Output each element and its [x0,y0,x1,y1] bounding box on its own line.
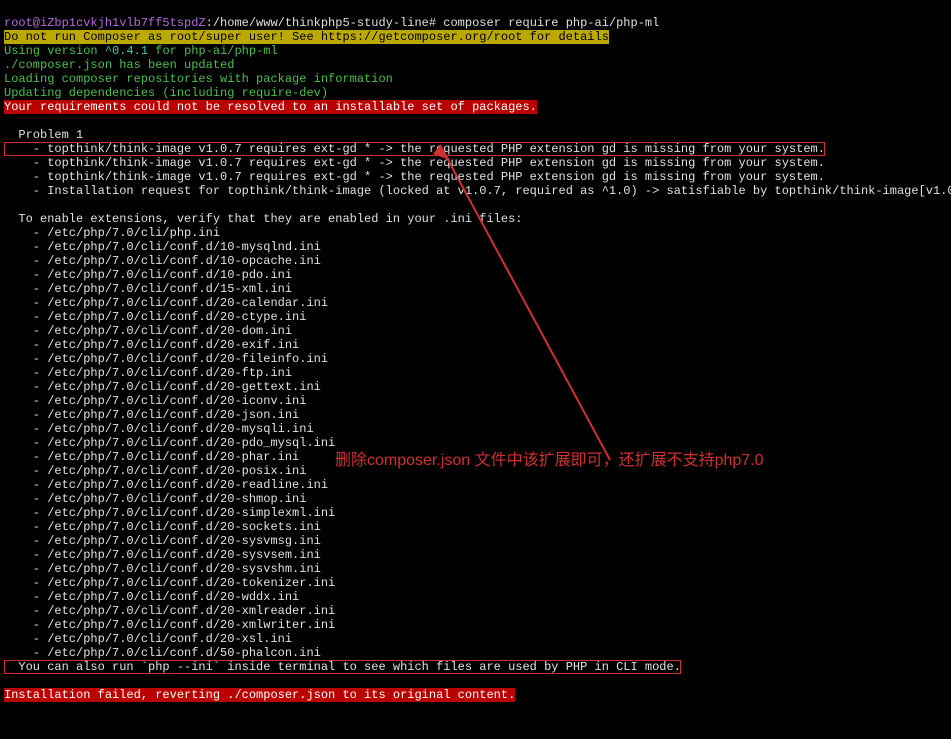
ini-file: - /etc/php/7.0/cli/conf.d/20-ctype.ini [4,310,306,324]
ini-file: - /etc/php/7.0/cli/conf.d/20-sysvshm.ini [4,562,321,576]
enable-msg: To enable extensions, verify that they a… [4,212,522,226]
ini-file: - /etc/php/7.0/cli/conf.d/20-fileinfo.in… [4,352,328,366]
problem-line: - topthink/think-image v1.0.7 requires e… [4,170,825,184]
hint-line: You can also run `php --ini` inside term… [4,660,681,674]
ini-file: - /etc/php/7.0/cli/conf.d/10-pdo.ini [4,268,292,282]
annotation-text: 删除composer.json 文件中该扩展即可，还扩展不支持php7.0 [335,454,764,468]
ini-file: - /etc/php/7.0/cli/conf.d/50-phalcon.ini [4,646,321,660]
ini-file: - /etc/php/7.0/cli/conf.d/20-sysvsem.ini [4,548,321,562]
ini-file: - /etc/php/7.0/cli/conf.d/20-json.ini [4,408,299,422]
ini-file: - /etc/php/7.0/cli/conf.d/20-mysqli.ini [4,422,314,436]
loading-repos: Loading composer repositories with packa… [4,72,393,86]
ini-file: - /etc/php/7.0/cli/conf.d/15-xml.ini [4,282,292,296]
terminal-output[interactable]: root@iZbp1cvkjh1vlb7ff5tspdZ:/home/www/t… [0,0,951,704]
ini-file: - /etc/php/7.0/cli/conf.d/20-gettext.ini [4,380,321,394]
root-warning: Do not run Composer as root/super user! … [4,30,609,44]
ini-file: - /etc/php/7.0/cli/conf.d/20-dom.ini [4,324,292,338]
problem-line: - topthink/think-image v1.0.7 requires e… [4,156,825,170]
install-failed: Installation failed, reverting ./compose… [4,688,515,702]
ini-file: - /etc/php/7.0/cli/conf.d/20-xmlwriter.i… [4,618,335,632]
using-version-value: ^0.4.1 [105,44,148,58]
problem-line-highlighted: - topthink/think-image v1.0.7 requires e… [4,142,825,156]
ini-file: - /etc/php/7.0/cli/conf.d/20-calendar.in… [4,296,328,310]
problem-title: Problem 1 [4,128,83,142]
ini-file: - /etc/php/7.0/cli/conf.d/20-sysvmsg.ini [4,534,321,548]
using-version-for: for [148,44,184,58]
updating-deps: Updating dependencies (including require… [4,86,328,100]
composer-updated: ./composer.json has been updated [4,58,234,72]
ini-file: - /etc/php/7.0/cli/conf.d/20-ftp.ini [4,366,292,380]
ini-file: - /etc/php/7.0/cli/conf.d/20-xsl.ini [4,632,292,646]
ini-file: - /etc/php/7.0/cli/conf.d/10-mysqlnd.ini [4,240,321,254]
prompt-path: :/home/www/thinkphp5-study-line# [206,16,444,30]
ini-file: - /etc/php/7.0/cli/conf.d/20-phar.ini [4,450,299,464]
ini-file: - /etc/php/7.0/cli/conf.d/20-exif.ini [4,338,299,352]
ini-file: - /etc/php/7.0/cli/conf.d/20-shmop.ini [4,492,306,506]
ini-file: - /etc/php/7.0/cli/conf.d/20-iconv.ini [4,394,306,408]
problem-line: - Installation request for topthink/thin… [4,184,951,198]
error-header: Your requirements could not be resolved … [4,100,537,114]
ini-file: - /etc/php/7.0/cli/conf.d/10-opcache.ini [4,254,321,268]
prompt-cmd: composer require php-ai/php-ml [443,16,659,30]
ini-file: - /etc/php/7.0/cli/conf.d/20-sockets.ini [4,520,321,534]
ini-file: - /etc/php/7.0/cli/conf.d/20-readline.in… [4,478,328,492]
ini-file: - /etc/php/7.0/cli/conf.d/20-wddx.ini [4,590,299,604]
using-version-prefix: Using version [4,44,105,58]
ini-file: - /etc/php/7.0/cli/php.ini [4,226,220,240]
using-version-pkg: php-ai/php-ml [184,44,278,58]
ini-file: - /etc/php/7.0/cli/conf.d/20-xmlreader.i… [4,604,335,618]
ini-file: - /etc/php/7.0/cli/conf.d/20-posix.ini [4,464,306,478]
ini-file: - /etc/php/7.0/cli/conf.d/20-pdo_mysql.i… [4,436,335,450]
ini-file: - /etc/php/7.0/cli/conf.d/20-tokenizer.i… [4,576,335,590]
prompt-user: root@iZbp1cvkjh1vlb7ff5tspdZ [4,16,206,30]
ini-file: - /etc/php/7.0/cli/conf.d/20-simplexml.i… [4,506,335,520]
